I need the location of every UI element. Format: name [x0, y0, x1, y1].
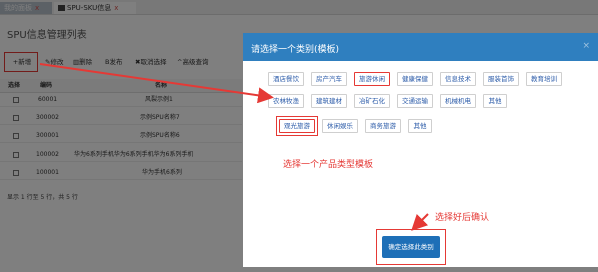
arrow-to-confirm	[411, 213, 429, 231]
arrow-to-modal	[39, 63, 274, 104]
annotation-arrows	[39, 63, 429, 231]
